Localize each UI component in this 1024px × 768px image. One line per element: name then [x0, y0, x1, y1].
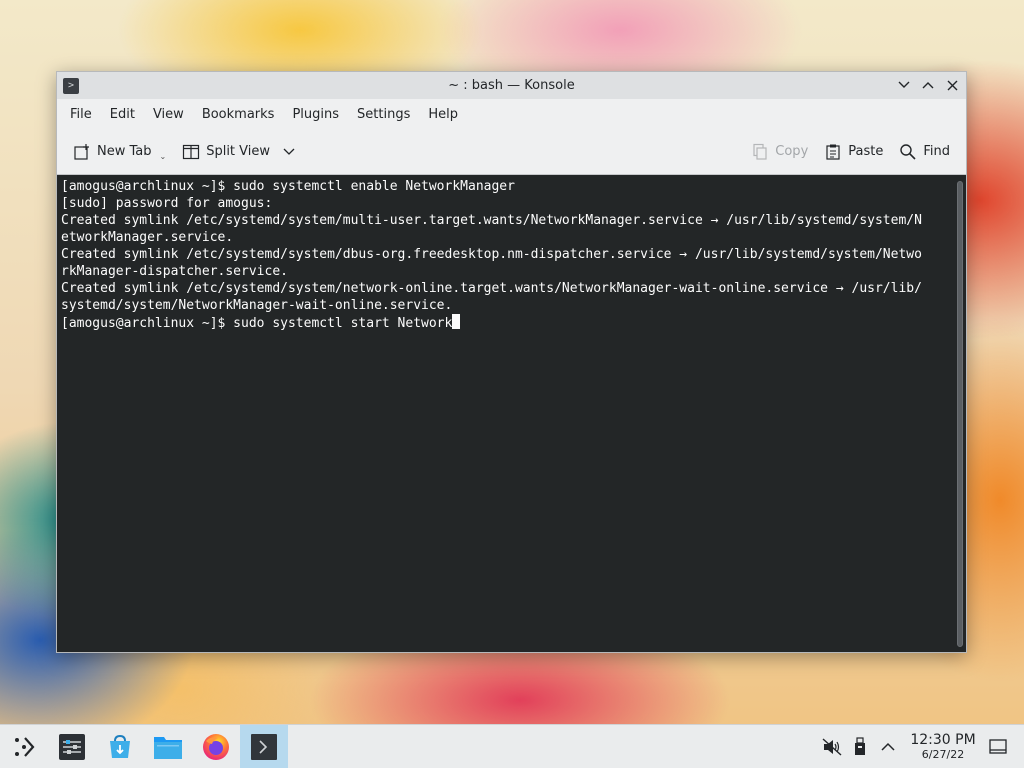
- new-tab-button[interactable]: New Tab ⌄: [65, 139, 174, 165]
- volume-muted-icon: [822, 737, 842, 756]
- terminal-line: [sudo] password for amogus:: [61, 196, 273, 211]
- chevron-up-icon: [881, 742, 895, 751]
- paste-icon: [826, 144, 840, 160]
- copy-label: Copy: [775, 144, 809, 159]
- menu-settings[interactable]: Settings: [348, 107, 419, 122]
- split-view-icon: [183, 144, 200, 159]
- minimize-button[interactable]: [894, 75, 914, 95]
- copy-button[interactable]: Copy: [743, 139, 816, 165]
- paste-button[interactable]: Paste: [816, 139, 891, 165]
- show-desktop-button[interactable]: [984, 733, 1012, 761]
- title-bar[interactable]: > ~ : bash — Konsole: [57, 72, 966, 99]
- menu-bookmarks[interactable]: Bookmarks: [193, 107, 284, 122]
- terminal-prompt-line[interactable]: [amogus@archlinux ~]$ sudo systemctl sta…: [61, 314, 966, 332]
- terminal-line: Created symlink /etc/systemd/system/mult…: [61, 213, 922, 228]
- clock-date: 6/27/22: [921, 748, 965, 761]
- menu-bar: File Edit View Bookmarks Plugins Setting…: [57, 99, 966, 129]
- usb-drive-icon: [855, 736, 865, 755]
- find-button[interactable]: Find: [891, 139, 958, 165]
- new-tab-label: New Tab: [97, 144, 152, 159]
- toolbar: New Tab ⌄ Split View Copy Paste Find: [57, 129, 966, 175]
- chevron-down-icon: [898, 81, 910, 88]
- konsole-icon: [251, 733, 277, 760]
- terminal-output[interactable]: [amogus@archlinux ~]$ sudo systemctl ena…: [57, 175, 966, 652]
- volume-muted-button[interactable]: [818, 733, 846, 761]
- terminal-line: etworkManager.service.: [61, 230, 234, 245]
- close-icon: [947, 80, 957, 90]
- new-tab-icon: [74, 143, 89, 160]
- terminal-scrollbar[interactable]: [957, 181, 963, 647]
- terminal-line: rkManager-dispatcher.service.: [61, 264, 288, 279]
- system-settings-icon: [59, 733, 85, 760]
- terminal-current-command: [amogus@archlinux ~]$ sudo systemctl sta…: [61, 316, 453, 331]
- taskbar: 12:30 PM 6/27/22: [0, 724, 1024, 768]
- digital-clock[interactable]: 12:30 PM 6/27/22: [906, 732, 980, 761]
- file-manager-icon: [154, 736, 182, 759]
- chevron-up-icon: [922, 82, 934, 89]
- terminal-line: Created symlink /etc/systemd/system/netw…: [61, 281, 922, 296]
- new-tab-dropdown-icon[interactable]: ⌄: [160, 152, 167, 161]
- terminal-line: systemd/system/NetworkManager-wait-onlin…: [61, 298, 453, 313]
- firefox-button[interactable]: [192, 725, 240, 768]
- paste-label: Paste: [848, 144, 884, 159]
- menu-view[interactable]: View: [144, 107, 193, 122]
- discover-store-button[interactable]: [96, 725, 144, 768]
- menu-edit[interactable]: Edit: [101, 107, 144, 122]
- split-view-button[interactable]: Split View: [174, 139, 304, 165]
- terminal-line: [amogus@archlinux ~]$ sudo systemctl ena…: [61, 179, 515, 194]
- application-launcher-icon: [15, 736, 35, 757]
- application-launcher-button[interactable]: [0, 725, 48, 768]
- konsole-app-icon[interactable]: >: [63, 78, 79, 94]
- menu-plugins[interactable]: Plugins: [283, 107, 348, 122]
- system-settings-button[interactable]: [48, 725, 96, 768]
- clock-time: 12:30 PM: [910, 732, 976, 748]
- discover-store-icon: [110, 734, 130, 758]
- search-icon: [900, 143, 916, 160]
- device-notifier-button[interactable]: [846, 733, 874, 761]
- file-manager-button[interactable]: [144, 725, 192, 768]
- copy-icon: [753, 143, 767, 160]
- chevron-down-icon[interactable]: [282, 147, 296, 157]
- menu-file[interactable]: File: [61, 107, 101, 122]
- find-label: Find: [923, 144, 950, 159]
- terminal-line: Created symlink /etc/systemd/system/dbus…: [61, 247, 922, 262]
- konsole-task-button[interactable]: [240, 724, 288, 768]
- menu-help[interactable]: Help: [419, 107, 467, 122]
- konsole-window: > ~ : bash — Konsole File Edit View Book…: [56, 71, 967, 653]
- system-tray: 12:30 PM 6/27/22: [818, 725, 1024, 768]
- maximize-button[interactable]: [918, 75, 938, 95]
- firefox-icon: [203, 733, 229, 760]
- show-hidden-icons-button[interactable]: [874, 733, 902, 761]
- show-desktop-icon: [989, 738, 1007, 754]
- text-cursor: [452, 314, 461, 329]
- close-button[interactable]: [942, 75, 962, 95]
- window-title: ~ : bash — Konsole: [448, 78, 575, 93]
- split-view-label: Split View: [206, 144, 271, 159]
